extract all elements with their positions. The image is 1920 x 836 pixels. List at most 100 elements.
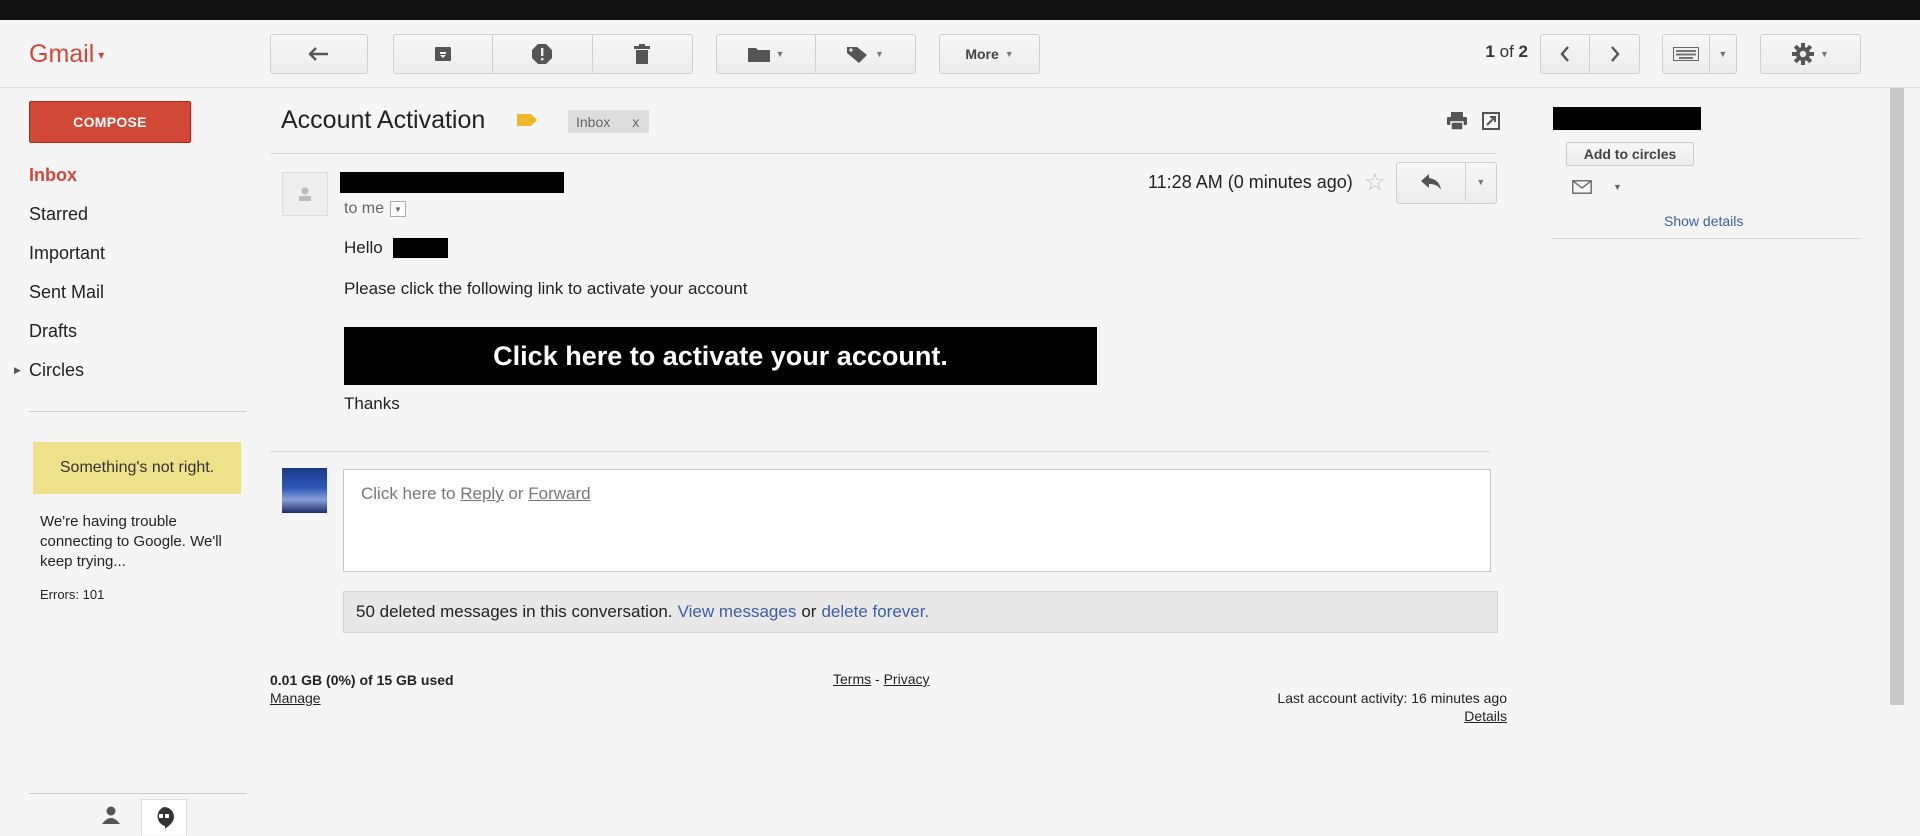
add-to-circles-button[interactable]: Add to circles [1566, 142, 1694, 166]
hangouts-icon [157, 806, 174, 829]
chevron-right-icon [1610, 46, 1620, 62]
recipient-line: to me ▼ [344, 200, 407, 218]
error-count: Errors: 101 [40, 587, 105, 602]
input-tools-button-group: ▼ [1662, 34, 1737, 74]
sidebar-item-important[interactable]: Important [0, 234, 250, 273]
more-button[interactable]: More ▼ [939, 34, 1040, 74]
reply-or: or [508, 484, 524, 503]
recipient-text: to me [344, 200, 385, 217]
sidebar-item-starred[interactable]: Starred [0, 195, 250, 234]
more-button-label: More [965, 46, 999, 62]
scrollbar-thumb[interactable] [1890, 88, 1904, 705]
delete-button[interactable] [593, 35, 692, 73]
pager-count: 1 of 2 [1485, 42, 1528, 62]
show-details-link[interactable]: Show details [1664, 213, 1743, 229]
caret-down-icon: ▼ [775, 49, 785, 59]
pager-total: 2 [1518, 42, 1528, 61]
reply-box[interactable]: Click here to Reply or Forward [343, 469, 1491, 572]
move-to-button[interactable]: ▼ [717, 35, 816, 73]
star-icon[interactable]: ☆ [1364, 168, 1386, 197]
privacy-link[interactable]: Privacy [884, 671, 930, 687]
inbox-label-chip: Inbox x [568, 110, 649, 133]
footer-links: Terms - Privacy [833, 671, 929, 687]
caret-down-icon[interactable]: ▼ [1613, 182, 1622, 192]
open-new-window-button[interactable] [1482, 112, 1500, 135]
next-button[interactable] [1590, 35, 1639, 73]
sidebar-item-label: Inbox [29, 165, 77, 185]
sidebar-item-drafts[interactable]: Drafts [0, 312, 250, 351]
show-details-dropdown[interactable]: ▼ [390, 201, 407, 217]
caret-down-icon: ▼ [1004, 49, 1014, 59]
settings-button[interactable]: ▼ [1760, 34, 1861, 74]
previous-button[interactable] [1541, 35, 1591, 73]
back-button[interactable] [270, 34, 368, 74]
caret-down-icon: ▾ [98, 48, 105, 63]
view-messages-link[interactable]: View messages [678, 602, 797, 622]
label-icon [847, 47, 868, 63]
expand-arrow-icon[interactable]: ▶ [14, 365, 21, 376]
compose-button[interactable]: COMPOSE [29, 101, 191, 143]
header-divider [270, 153, 1497, 154]
sidebar-item-label: Drafts [29, 321, 78, 341]
hangouts-tab[interactable] [141, 799, 187, 835]
pager-button-group [1540, 34, 1640, 74]
labels-button[interactable]: ▼ [816, 35, 915, 73]
forward-link[interactable]: Forward [528, 484, 590, 503]
redacted-recipient-name [393, 238, 448, 258]
delete-forever-link[interactable]: delete forever. [821, 602, 929, 622]
activate-account-link[interactable]: Click here to activate your account. [344, 327, 1097, 385]
organize-button-group: ▼ ▼ [716, 34, 916, 74]
action-button-group [393, 34, 693, 74]
gmail-logo-text: Gmail [29, 40, 95, 68]
account-activity: Last account activity: 16 minutes ago De… [1277, 689, 1507, 725]
deleted-or: or [801, 602, 817, 621]
sidebar-item-circles[interactable]: ▶ Circles [0, 351, 250, 390]
reply-prefix: Click here to [361, 484, 456, 503]
sidebar-bottom-divider [29, 793, 247, 794]
arrow-left-icon [308, 47, 328, 61]
greeting-text: Hello [344, 238, 383, 257]
storage-info: 0.01 GB (0%) of 15 GB used Manage [270, 671, 454, 707]
sidebar-nav: Inbox Starred Important Sent Mail Drafts… [0, 156, 250, 390]
caret-down-icon: ▼ [1820, 49, 1829, 59]
email-contact-button[interactable] [1572, 180, 1592, 199]
archive-icon [435, 47, 452, 61]
gmail-logo-menu[interactable]: Gmail ▾ [29, 40, 104, 69]
redacted-sender-name [340, 172, 564, 193]
person-icon [102, 806, 120, 824]
message-divider [270, 451, 1490, 452]
reply-button[interactable] [1397, 163, 1466, 201]
input-tools-button[interactable] [1663, 35, 1710, 73]
deleted-messages-notice: 50 deleted messages in this conversation… [343, 591, 1498, 633]
activity-details-link[interactable]: Details [1464, 708, 1507, 724]
archive-button[interactable] [394, 35, 494, 73]
pager-sep: of [1499, 42, 1514, 61]
more-actions-dropdown[interactable]: ▼ [1466, 163, 1496, 201]
importance-marker-icon[interactable] [517, 114, 537, 126]
contacts-tab[interactable] [100, 804, 122, 826]
sidebar-item-sent-mail[interactable]: Sent Mail [0, 273, 250, 312]
sidebar-divider [29, 411, 246, 412]
reply-link[interactable]: Reply [460, 484, 503, 503]
print-all-button[interactable] [1447, 112, 1467, 135]
sender-avatar[interactable] [282, 172, 328, 216]
person-icon [299, 187, 311, 201]
pager-current: 1 [1485, 42, 1495, 61]
window-top-bar [0, 0, 1920, 20]
toolbar: Gmail ▾ ▼ ▼ More ▼ 1 of 2 ▼ ▼ [0, 20, 1920, 88]
connection-warning-message: We're having trouble connecting to Googl… [40, 513, 222, 570]
manage-storage-link[interactable]: Manage [270, 690, 321, 706]
last-activity-text: Last account activity: 16 minutes ago [1277, 690, 1507, 706]
printer-icon [1447, 112, 1467, 131]
remove-label-button[interactable]: x [632, 114, 639, 130]
sidebar-item-inbox[interactable]: Inbox [0, 156, 250, 195]
footer-dash: - [875, 671, 880, 687]
scrollbar-track[interactable] [1904, 88, 1920, 836]
terms-link[interactable]: Terms [833, 671, 871, 687]
report-spam-button[interactable] [493, 35, 593, 73]
sidebar-item-label: Sent Mail [29, 282, 105, 302]
user-avatar [282, 468, 327, 513]
envelope-icon [1572, 180, 1592, 194]
input-tools-dropdown[interactable]: ▼ [1710, 35, 1736, 73]
message-greeting: Hello [344, 238, 383, 258]
